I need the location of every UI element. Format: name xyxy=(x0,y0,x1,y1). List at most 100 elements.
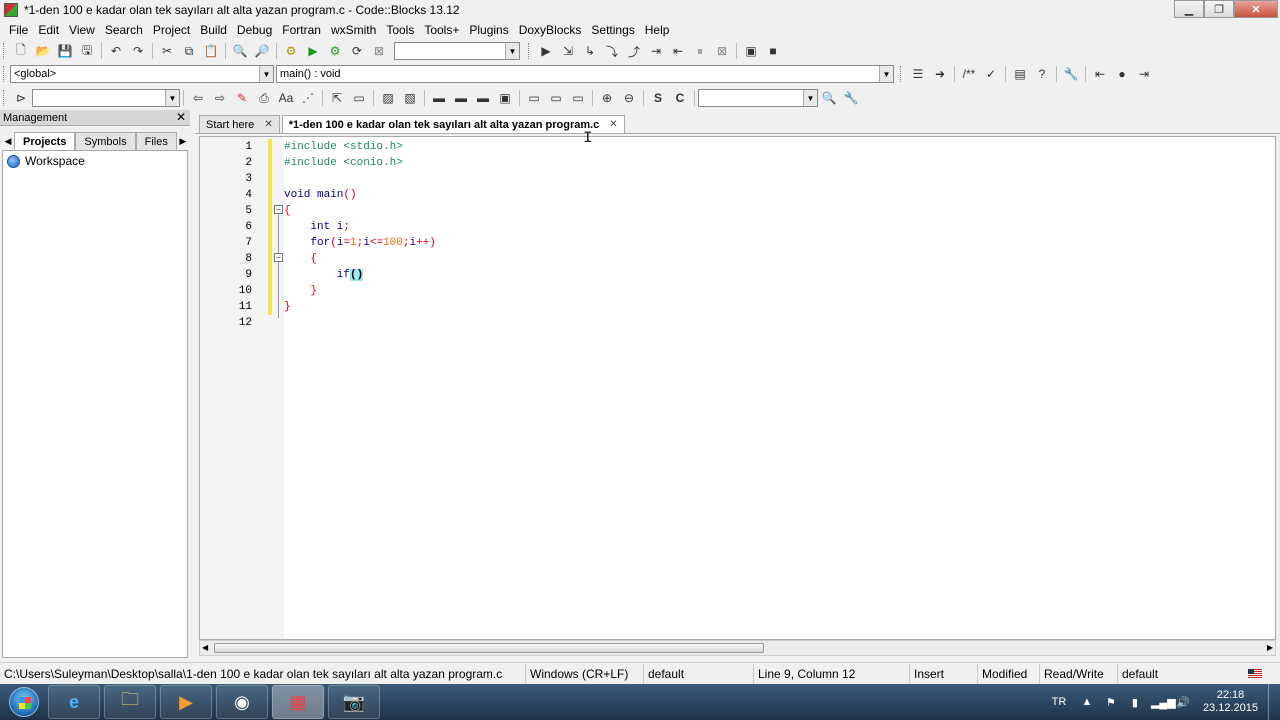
media-player-icon[interactable]: ▶ xyxy=(160,685,212,719)
menu-plugins[interactable]: Plugins xyxy=(464,23,513,37)
copy-icon[interactable]: ⧉ xyxy=(180,42,198,60)
action-center-icon[interactable]: ⚑ xyxy=(1103,696,1119,709)
debug-info-icon[interactable]: ■ xyxy=(764,42,782,60)
search-input[interactable]: ▼ xyxy=(32,89,180,107)
ie-icon[interactable]: e xyxy=(48,685,100,719)
close-tab-icon[interactable]: ✕ xyxy=(264,119,272,130)
battery-icon[interactable]: ▮ xyxy=(1127,696,1143,709)
paste-icon[interactable]: 📋 xyxy=(202,42,220,60)
doxywizard-icon[interactable]: ▤ xyxy=(1011,65,1029,83)
frame-1-icon[interactable]: ▭ xyxy=(525,89,543,107)
close-icon[interactable]: ✕ xyxy=(176,110,186,124)
step-into-instruction-icon[interactable]: ⇤ xyxy=(669,42,687,60)
build-run-icon[interactable]: ⚙ xyxy=(326,42,344,60)
show-hidden-icons-icon[interactable]: ▲ xyxy=(1079,696,1095,708)
toolbar-grip[interactable] xyxy=(900,66,904,82)
bookmark-next-icon[interactable]: ⇥ xyxy=(1135,65,1153,83)
layout-1-icon[interactable]: ▬ xyxy=(430,89,448,107)
save-icon[interactable]: 💾 xyxy=(56,42,74,60)
code-line[interactable]: } xyxy=(284,283,317,299)
select-pointer-icon[interactable]: ⇱ xyxy=(328,89,346,107)
redo-icon[interactable]: ↷ xyxy=(129,42,147,60)
layout-4-icon[interactable]: ▣ xyxy=(496,89,514,107)
code-text[interactable]: #include <stdio.h> #include <conio.h> void… xyxy=(284,137,1275,639)
text-frame-icon[interactable]: ▧ xyxy=(401,89,419,107)
run-icon[interactable]: ▶ xyxy=(304,42,322,60)
find-icon[interactable]: 🔍 xyxy=(231,42,249,60)
bookmark-prev-icon[interactable]: ⇤ xyxy=(1091,65,1109,83)
step-into-icon[interactable]: ⤵ xyxy=(603,42,621,60)
c-icon[interactable]: C xyxy=(671,89,689,107)
clock[interactable]: 22:18 23.12.2015 xyxy=(1203,689,1258,715)
frame-3-icon[interactable]: ▭ xyxy=(569,89,587,107)
abort-icon[interactable]: ⊠ xyxy=(370,42,388,60)
uncomment-icon[interactable]: ✓ xyxy=(982,65,1000,83)
chrome-icon[interactable]: ◉ xyxy=(216,685,268,719)
menu-project[interactable]: Project xyxy=(148,23,195,37)
fold-toggle[interactable]: − xyxy=(274,205,283,214)
start-button[interactable] xyxy=(4,684,44,720)
tab-files[interactable]: Files xyxy=(135,132,177,150)
close-button[interactable]: ✕ xyxy=(1234,0,1278,18)
menu-fortran[interactable]: Fortran xyxy=(277,23,326,37)
explorer-icon[interactable]: 🗀 xyxy=(104,685,156,719)
next-line-icon[interactable]: ↳ xyxy=(581,42,599,60)
menu-view[interactable]: View xyxy=(64,23,100,37)
next-instruction-icon[interactable]: ⇥ xyxy=(647,42,665,60)
code-line[interactable]: void main() xyxy=(284,187,357,203)
toolbar-grip[interactable] xyxy=(3,90,7,106)
code-line[interactable]: #include <stdio.h> xyxy=(284,139,403,155)
s-icon[interactable]: S xyxy=(649,89,667,107)
scroll-left-icon[interactable]: ◀ xyxy=(202,641,208,655)
forward-icon[interactable]: ⇨ xyxy=(211,89,229,107)
menu-tools[interactable]: Tools xyxy=(381,23,419,37)
find-in-files-icon[interactable]: 🔍 xyxy=(820,89,838,107)
print-icon[interactable]: ⎙ xyxy=(255,89,273,107)
scrollbar-thumb[interactable] xyxy=(214,643,764,653)
tab-start-here[interactable]: Start here ✕ xyxy=(199,115,280,133)
run-to-cursor-icon[interactable]: ⇲ xyxy=(559,42,577,60)
toolbar-grip[interactable] xyxy=(528,43,532,59)
code-line[interactable]: if() xyxy=(284,267,364,283)
menu-tools-plus[interactable]: Tools+ xyxy=(419,23,464,37)
tab-scroll-left-icon[interactable]: ◀ xyxy=(2,132,14,150)
function-select[interactable]: main() : void ▼ xyxy=(276,65,894,83)
bookmark-toggle-icon[interactable]: ● xyxy=(1113,65,1131,83)
menu-build[interactable]: Build xyxy=(195,23,232,37)
settings-wrench-icon[interactable]: 🔧 xyxy=(842,89,860,107)
volume-icon[interactable]: 🔊 xyxy=(1175,696,1191,709)
menu-wxsmith[interactable]: wxSmith xyxy=(326,23,381,37)
build-icon[interactable]: ⚙ xyxy=(282,42,300,60)
minimize-button[interactable]: ▁ xyxy=(1174,0,1204,18)
new-file-icon[interactable]: 🗋 xyxy=(12,42,30,60)
zoom-out-icon[interactable]: ⊖ xyxy=(620,89,638,107)
eol-icon[interactable]: ⋰ xyxy=(299,89,317,107)
codeblocks-icon[interactable]: ▦ xyxy=(272,685,324,719)
menu-file[interactable]: File xyxy=(4,23,33,37)
font-icon[interactable]: Aa xyxy=(277,89,295,107)
help-doc-icon[interactable]: ? xyxy=(1033,65,1051,83)
rebuild-icon[interactable]: ⟳ xyxy=(348,42,366,60)
cut-icon[interactable]: ✂ xyxy=(158,42,176,60)
code-line[interactable]: { xyxy=(284,203,291,219)
code-line[interactable]: } xyxy=(284,299,291,315)
highlight-icon[interactable]: ✎ xyxy=(233,89,251,107)
step-out-icon[interactable]: ⤴ xyxy=(625,42,643,60)
replace-icon[interactable]: 🔎 xyxy=(253,42,271,60)
horizontal-scrollbar[interactable]: ◀ ▶ xyxy=(199,640,1276,656)
comment-icon[interactable]: /** xyxy=(960,65,978,83)
scope-select[interactable]: <global> ▼ xyxy=(10,65,274,83)
menu-doxyblocks[interactable]: DoxyBlocks xyxy=(514,23,587,37)
tab-symbols[interactable]: Symbols xyxy=(75,132,136,150)
code-editor[interactable]: 1 2 3 4 5 6 7 8 9 10 11 12 − − #include <stdio.h> #i… xyxy=(199,136,1276,640)
maximize-button[interactable]: ❐ xyxy=(1204,0,1234,18)
wrench-icon[interactable]: 🔧 xyxy=(1062,65,1080,83)
search-tag-icon[interactable]: ⊳ xyxy=(12,89,30,107)
close-tab-icon[interactable]: ✕ xyxy=(609,119,617,130)
jump-icon[interactable]: ☰ xyxy=(909,65,927,83)
scroll-right-icon[interactable]: ▶ xyxy=(1267,641,1273,655)
tab-scroll-right-icon[interactable]: ▶ xyxy=(177,132,189,150)
rectangle-icon[interactable]: ▭ xyxy=(350,89,368,107)
toolbar-grip[interactable] xyxy=(3,66,7,82)
debug-start-icon[interactable]: ▶ xyxy=(537,42,555,60)
